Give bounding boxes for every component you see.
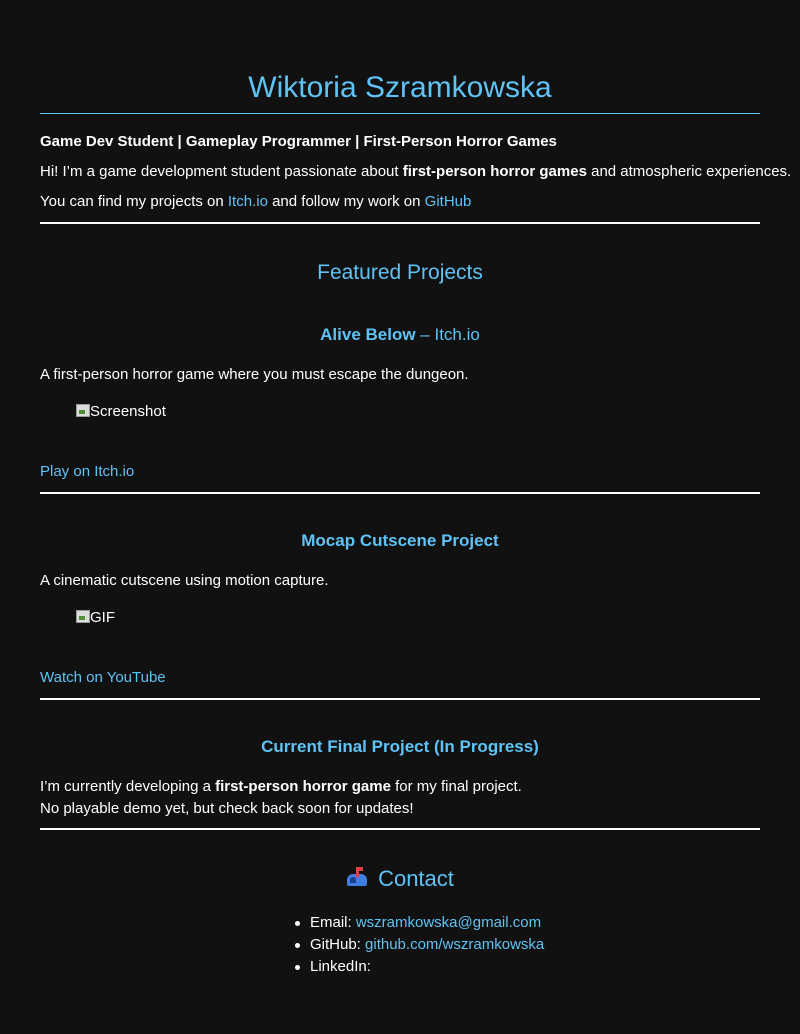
project-title-text: Alive Below [320, 325, 416, 344]
github-label: GitHub: [310, 936, 366, 953]
broken-image-icon [76, 404, 90, 417]
section-divider [40, 828, 760, 830]
alive-below-description: A first-person horror game where you mus… [40, 366, 469, 383]
screenshot-alt-text: Screenshot [90, 403, 166, 420]
alive-below-itchio-link[interactable]: Itch.io [434, 325, 479, 344]
tagline: Game Dev Student | Gameplay Programmer |… [40, 133, 557, 150]
section-divider [40, 698, 760, 700]
project-title-final: Current Final Project (In Progress) [261, 737, 539, 756]
final-text-end: for my final project. [390, 778, 522, 795]
gif-alt-text: GIF [90, 609, 115, 626]
mocap-watch-row: Watch on YouTube [40, 669, 166, 687]
watch-on-youtube-link[interactable]: Watch on YouTube [40, 669, 166, 686]
itchio-link[interactable]: Itch.io [228, 193, 268, 210]
page-title: Wiktoria Szramkowska [248, 71, 552, 104]
projects-heading: Featured Projects [317, 261, 483, 284]
title-divider [40, 113, 760, 114]
alive-below-play-row: Play on Itch.io [40, 463, 134, 481]
mocap-gif: GIF [76, 609, 115, 627]
linkedin-label: LinkedIn: [310, 958, 371, 975]
contact-list: Email: wszramkowska@gmail.com GitHub: gi… [290, 912, 544, 978]
contact-linkedin-item: LinkedIn: [290, 956, 544, 978]
final-description-line-1: I’m currently developing a first-person … [40, 778, 522, 796]
project-title-mocap: Mocap Cutscene Project [301, 531, 499, 550]
title-dash: – [415, 325, 435, 344]
section-divider [40, 492, 760, 494]
contact-heading: Contact [0, 866, 800, 892]
intro-line-2: You can find my projects on Itch.io and … [40, 193, 471, 211]
mailbox-icon [346, 867, 368, 889]
contact-heading-text: Contact [378, 866, 454, 891]
final-emphasis: first-person horror game [215, 778, 391, 795]
intro-line-1: Hi! I’m a game development student passi… [40, 163, 791, 181]
contact-github-item: GitHub: github.com/wszramkowska [290, 934, 544, 956]
email-label: Email: [310, 914, 356, 931]
github-link[interactable]: GitHub [425, 193, 472, 210]
github-profile-link[interactable]: github.com/wszramkowska [365, 936, 544, 953]
intro-emphasis: first-person horror games [402, 163, 587, 180]
intro-text: Hi! I’m a game development student passi… [40, 163, 403, 180]
email-link[interactable]: wszramkowska@gmail.com [356, 914, 541, 931]
final-description-line-2: No playable demo yet, but check back soo… [40, 800, 414, 817]
final-text: I’m currently developing a [40, 778, 216, 795]
project-title-alive-below: Alive Below – Itch.io [0, 324, 800, 346]
play-on-itchio-link[interactable]: Play on Itch.io [40, 463, 134, 480]
mocap-description: A cinematic cutscene using motion captur… [40, 572, 329, 589]
contact-email-item: Email: wszramkowska@gmail.com [290, 912, 544, 934]
page: Wiktoria Szramkowska Game Dev Student | … [0, 0, 800, 1034]
broken-image-icon [76, 610, 90, 623]
section-divider [40, 222, 760, 224]
intro-text-end: and atmospheric experiences. [586, 163, 792, 180]
intro-links-mid: and follow my work on [267, 193, 425, 210]
alive-below-screenshot: Screenshot [76, 403, 166, 421]
intro-links-text: You can find my projects on [40, 193, 228, 210]
